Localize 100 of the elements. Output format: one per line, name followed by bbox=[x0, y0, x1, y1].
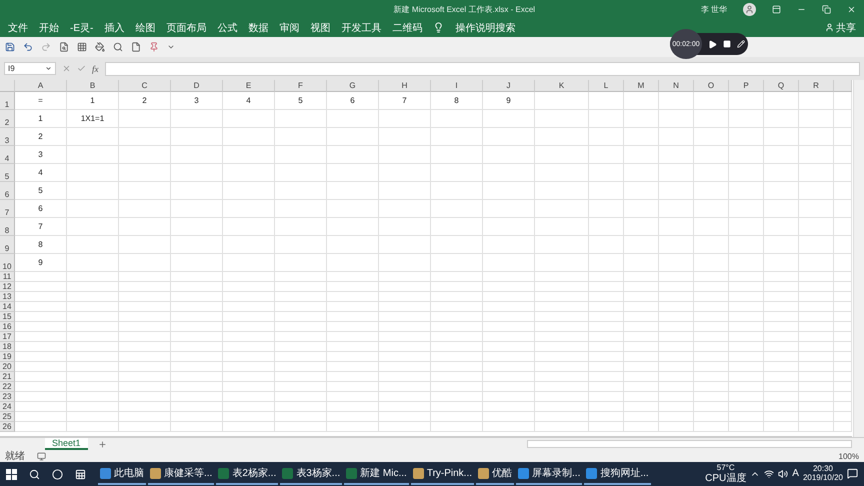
row-header[interactable]: 11 bbox=[0, 272, 15, 282]
taskbar-button[interactable]: 屏幕录制... bbox=[516, 463, 582, 485]
cell-value[interactable]: 4 bbox=[223, 92, 275, 110]
column-header[interactable]: L bbox=[589, 80, 624, 92]
row-header[interactable]: 20 bbox=[0, 362, 15, 372]
ribbon-tab[interactable]: -E灵- bbox=[70, 20, 94, 34]
ribbon-tab[interactable]: 开发工具 bbox=[341, 20, 382, 34]
row-header[interactable]: 18 bbox=[0, 342, 15, 352]
row-header[interactable]: 24 bbox=[0, 402, 15, 412]
cell-value[interactable]: 3 bbox=[171, 92, 223, 110]
ribbon-tab[interactable]: 文件 bbox=[8, 20, 28, 34]
avatar-icon[interactable] bbox=[743, 2, 756, 16]
row-header[interactable]: 12 bbox=[0, 282, 15, 292]
clock[interactable]: 20:30 2019/10/20 bbox=[802, 465, 843, 483]
taskbar-button[interactable]: 新建 Mic... bbox=[344, 463, 409, 485]
function-label[interactable]: fx bbox=[92, 64, 98, 74]
cell-value[interactable]: 4 bbox=[15, 164, 67, 182]
taskbar-button[interactable]: 康健采等... bbox=[148, 463, 214, 485]
row-header[interactable]: 22 bbox=[0, 382, 15, 392]
sheet-tab[interactable]: Sheet1 bbox=[45, 438, 88, 450]
column-header[interactable]: O bbox=[694, 80, 729, 92]
row-header[interactable]: 5 bbox=[0, 164, 15, 182]
input-method[interactable]: A bbox=[792, 468, 799, 480]
ribbon-display-icon[interactable] bbox=[772, 4, 781, 14]
column-header[interactable]: M bbox=[624, 80, 659, 92]
cell-value[interactable]: 7 bbox=[15, 218, 67, 236]
cell-value[interactable]: 7 bbox=[379, 92, 431, 110]
row-header[interactable]: 16 bbox=[0, 322, 15, 332]
cell-value[interactable]: 5 bbox=[15, 182, 67, 200]
ribbon-tab[interactable]: 数据 bbox=[248, 20, 268, 34]
cell-value[interactable]: 2 bbox=[119, 92, 171, 110]
share-button[interactable]: 共享 bbox=[825, 20, 856, 34]
column-header[interactable]: N bbox=[659, 80, 694, 92]
windows-logo-icon[interactable] bbox=[6, 468, 17, 480]
cell-value[interactable]: 1 bbox=[15, 110, 67, 128]
taskbar-button[interactable]: 搜狗网址... bbox=[584, 463, 651, 485]
column-header[interactable]: F bbox=[275, 80, 327, 92]
column-header[interactable]: B bbox=[67, 80, 119, 92]
zoom-level[interactable]: 100% bbox=[838, 452, 859, 460]
column-header[interactable]: E bbox=[223, 80, 275, 92]
taskbar-button[interactable]: 表3杨家... bbox=[280, 463, 342, 485]
row-header[interactable]: 2 bbox=[0, 110, 15, 128]
close-icon[interactable] bbox=[847, 4, 856, 14]
row-header[interactable]: 21 bbox=[0, 372, 15, 382]
column-header[interactable]: K bbox=[535, 80, 589, 92]
cell-value[interactable]: 8 bbox=[15, 236, 67, 254]
column-header[interactable]: H bbox=[379, 80, 431, 92]
row-header[interactable]: 10 bbox=[0, 254, 15, 272]
column-header[interactable]: D bbox=[171, 80, 223, 92]
row-header[interactable]: 7 bbox=[0, 200, 15, 218]
tell-me-search[interactable]: 操作说明搜索 bbox=[455, 20, 516, 34]
row-header[interactable]: 17 bbox=[0, 332, 15, 342]
column-header[interactable]: P bbox=[729, 80, 764, 92]
formula-input[interactable] bbox=[104, 62, 860, 76]
pencil-icon[interactable] bbox=[737, 40, 745, 48]
name-box[interactable]: I9 bbox=[4, 62, 56, 75]
column-header[interactable]: J bbox=[483, 80, 535, 92]
cell-value[interactable]: 6 bbox=[15, 200, 67, 218]
column-header[interactable]: G bbox=[327, 80, 379, 92]
restore-icon[interactable] bbox=[822, 4, 831, 14]
cell-value[interactable]: 9 bbox=[483, 92, 535, 110]
row-header[interactable]: 23 bbox=[0, 392, 15, 402]
ribbon-tab[interactable]: 公式 bbox=[217, 20, 238, 34]
taskbar-button[interactable]: 优酷 bbox=[476, 463, 514, 485]
cell-value[interactable]: 2 bbox=[15, 128, 67, 146]
ribbon-tab[interactable]: 审阅 bbox=[279, 20, 300, 34]
row-header[interactable]: 6 bbox=[0, 182, 15, 200]
cell-value[interactable]: 3 bbox=[15, 146, 67, 164]
cell-value[interactable]: 5 bbox=[275, 92, 327, 110]
row-header[interactable]: 25 bbox=[0, 412, 15, 422]
cell-value[interactable]: = bbox=[15, 92, 67, 110]
cell-value[interactable]: 6 bbox=[327, 92, 379, 110]
row-header[interactable]: 14 bbox=[0, 302, 15, 312]
ribbon-tab[interactable]: 开始 bbox=[39, 20, 59, 34]
row-header[interactable]: 9 bbox=[0, 236, 15, 254]
ribbon-tab[interactable]: 视图 bbox=[310, 20, 330, 34]
ribbon-tab[interactable]: 页面布局 bbox=[166, 20, 206, 34]
select-all-corner[interactable] bbox=[0, 80, 15, 92]
column-header[interactable]: R bbox=[799, 80, 834, 92]
taskbar-button[interactable]: Try-Pink... bbox=[410, 463, 474, 485]
row-header[interactable]: 3 bbox=[0, 128, 15, 146]
ribbon-tab[interactable]: 绘图 bbox=[135, 20, 156, 34]
add-sheet-icon[interactable] bbox=[98, 440, 107, 448]
vertical-scrollbar[interactable] bbox=[853, 80, 864, 437]
column-header[interactable]: C bbox=[119, 80, 171, 92]
cell-value[interactable]: 8 bbox=[431, 92, 483, 110]
taskbar-button[interactable]: 表2杨家... bbox=[216, 463, 278, 485]
column-header[interactable]: A bbox=[15, 80, 67, 92]
cell-value[interactable]: 1 bbox=[67, 92, 119, 110]
row-header[interactable]: 1 bbox=[0, 92, 15, 110]
column-header[interactable]: Q bbox=[764, 80, 799, 92]
ribbon-tab[interactable]: 插入 bbox=[104, 20, 124, 34]
taskbar-button[interactable]: 此电脑 bbox=[98, 463, 146, 485]
cell-value[interactable]: 9 bbox=[15, 254, 67, 272]
cell-value[interactable]: 1X1=1 bbox=[67, 110, 119, 128]
row-header[interactable]: 13 bbox=[0, 292, 15, 302]
row-header[interactable]: 4 bbox=[0, 146, 15, 164]
horizontal-scrollbar[interactable] bbox=[527, 440, 852, 448]
row-header[interactable]: 26 bbox=[0, 422, 15, 432]
row-header[interactable]: 8 bbox=[0, 218, 15, 236]
